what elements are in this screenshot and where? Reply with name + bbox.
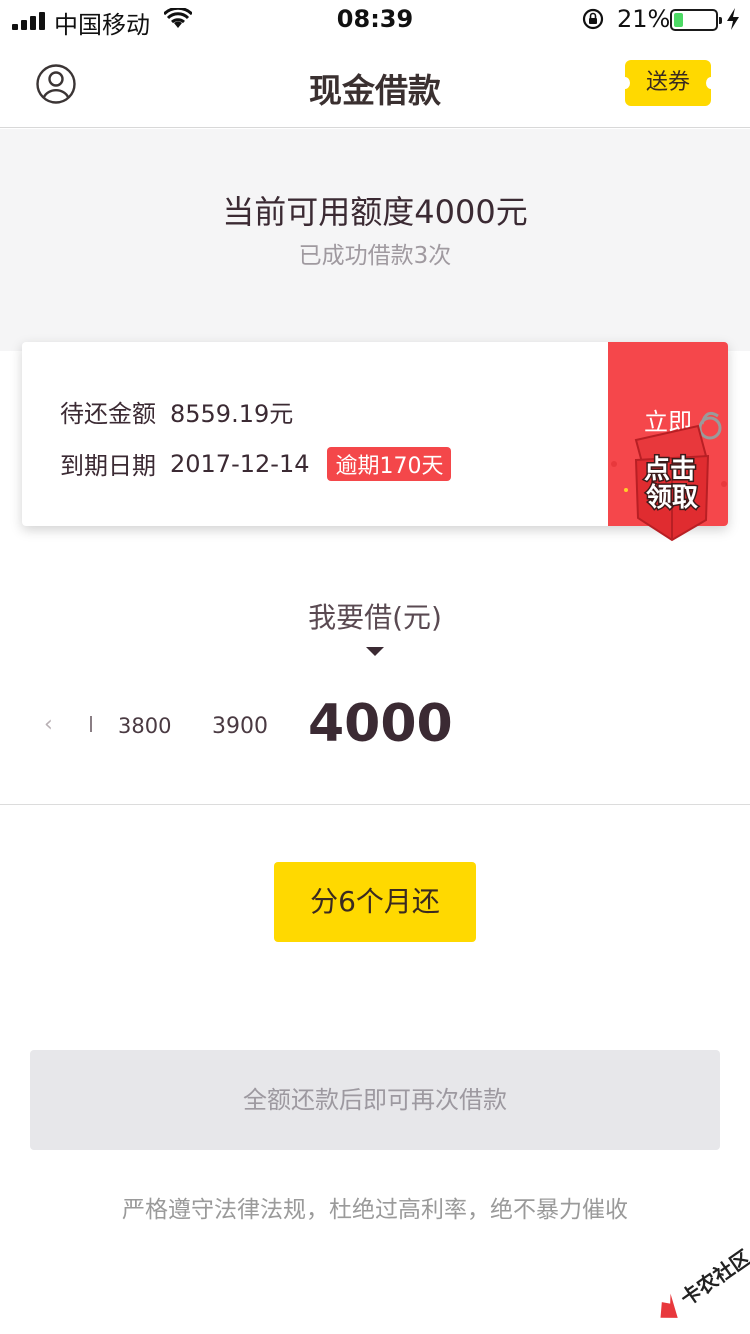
due-date-value: 2017-12-14 xyxy=(170,449,310,478)
amount-option[interactable]: 3800 xyxy=(118,714,171,738)
coupon-button[interactable]: 送券 xyxy=(620,60,716,106)
gift-text-bottom: 领取 xyxy=(646,482,698,513)
compliance-note: 严格遵守法律法规，杜绝过高利率，绝不暴力催收 xyxy=(122,1197,628,1223)
gift-box-icon[interactable]: 点击 领取 xyxy=(606,400,734,544)
due-date-label: 到期日期 xyxy=(60,452,156,480)
selected-amount[interactable]: 4000 xyxy=(308,694,453,754)
available-credit: 当前可用额度4000元 xyxy=(222,193,528,231)
watermark-logo: 卡农社区 xyxy=(660,1244,750,1318)
status-bar: 中国移动 08:39 21% xyxy=(0,0,750,40)
nav-bar: 现金借款 送券 xyxy=(0,40,750,128)
gift-text-top: 点击 xyxy=(644,454,696,485)
rotation-lock-icon xyxy=(582,8,604,30)
selection-indicator-icon xyxy=(366,647,384,656)
credit-banner: 当前可用额度4000元 已成功借款3次 xyxy=(0,129,750,351)
installment-button[interactable]: 分6个月还 xyxy=(274,862,476,942)
overdue-badge: 逾期170天 xyxy=(327,446,452,481)
battery-percent: 21% xyxy=(617,5,671,33)
watermark-text: 卡农社区 xyxy=(676,1245,750,1311)
amount-due-row: 待还金额 8559.19元 xyxy=(60,394,293,429)
chevron-left-icon[interactable]: ‹ xyxy=(44,712,53,737)
loan-count: 已成功借款3次 xyxy=(298,243,452,269)
scale-tick xyxy=(90,716,92,732)
borrow-disabled-button[interactable]: 全额还款后即可再次借款 xyxy=(30,1050,720,1150)
battery-icon xyxy=(670,9,722,31)
due-date-row: 到期日期 2017-12-14 逾期170天 xyxy=(60,446,452,481)
borrow-amount-label: 我要借(元) xyxy=(308,601,442,634)
amount-due-value: 8559.19元 xyxy=(170,400,294,428)
charging-icon xyxy=(727,8,739,30)
amount-option[interactable]: 3900 xyxy=(212,714,268,739)
divider xyxy=(0,804,750,805)
amount-due-label: 待还金额 xyxy=(60,400,156,428)
